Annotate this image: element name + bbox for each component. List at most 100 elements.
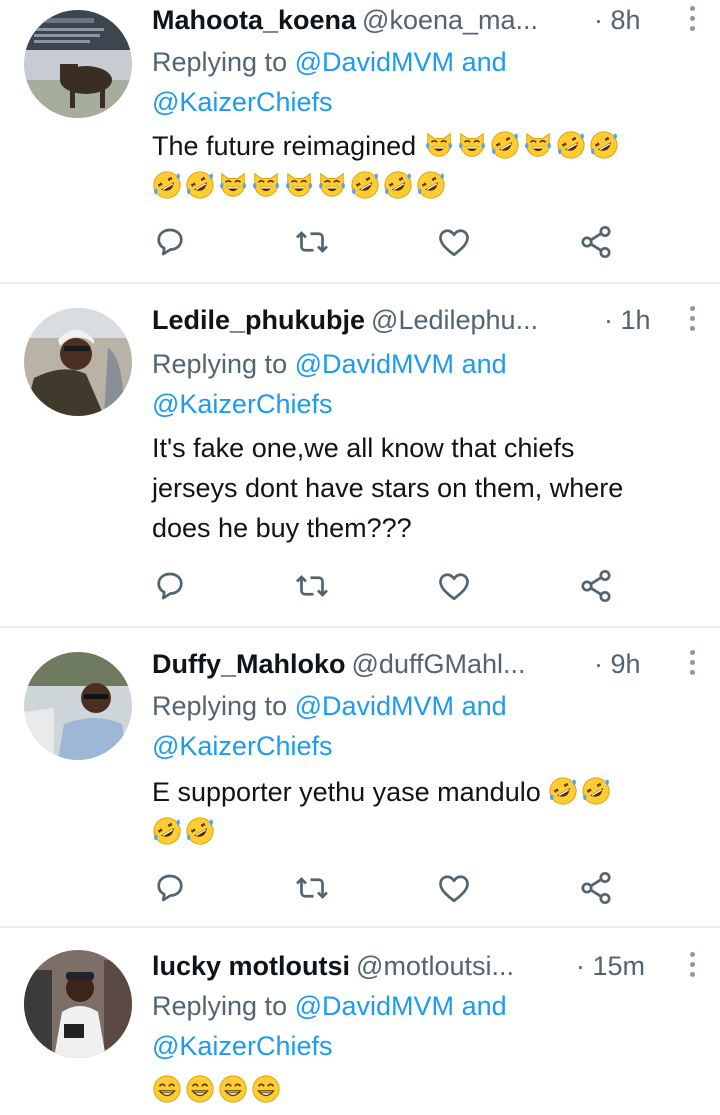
mention-link[interactable]: @DavidMVM — [295, 691, 454, 721]
tweet-ledile[interactable]: Ledile_phukubje @Ledilephu... · 1h Replyi… — [0, 300, 720, 626]
mention-link[interactable]: @DavidMVM — [295, 349, 454, 379]
tweet-actions — [150, 568, 630, 608]
tweet-text: The future reimagined — [152, 126, 692, 206]
retweet-icon[interactable] — [294, 568, 330, 604]
tweet-text-line: jerseys dont have stars on them, where — [152, 473, 624, 503]
tweet-text — [152, 1070, 692, 1110]
rofl-emoji-icon — [152, 170, 182, 200]
tweet-text-line: It's fake one,we all know that chiefs — [152, 433, 575, 463]
share-icon[interactable] — [578, 870, 614, 906]
replying-label: Replying to — [152, 691, 288, 721]
timestamp[interactable]: · 1h — [604, 300, 651, 340]
emoji-group — [152, 1075, 284, 1105]
rofl-emoji-icon — [490, 130, 520, 160]
replying-label: Replying to — [152, 991, 288, 1021]
joy-cat-emoji-icon — [251, 170, 281, 200]
tweet-mahoota[interactable]: Mahoota_koena @koena_ma... · 8h Replying … — [0, 0, 720, 282]
rofl-emoji-icon — [350, 170, 380, 200]
rofl-emoji-icon — [185, 816, 215, 846]
reply-icon[interactable] — [152, 870, 188, 906]
avatar[interactable] — [24, 652, 132, 760]
mention-link[interactable]: @DavidMVM — [295, 991, 454, 1021]
replying-to: Replying to @DavidMVM and @KaizerChiefs — [152, 686, 692, 766]
mention-link[interactable]: @DavidMVM — [295, 47, 454, 77]
mention-link[interactable]: @KaizerChiefs — [152, 389, 332, 419]
emoji-group — [424, 131, 622, 161]
display-name[interactable]: Ledile_phukubje — [152, 305, 365, 335]
joy-cat-emoji-icon — [218, 170, 248, 200]
tweet-header: Ledile_phukubje @Ledilephu... · 1h — [152, 300, 712, 340]
emoji-group — [152, 817, 218, 847]
divider — [0, 926, 720, 928]
vertical-dots-icon[interactable] — [690, 650, 696, 678]
tweet-text: E supporter yethu yase mandulo — [152, 772, 692, 852]
tweet-actions — [150, 224, 630, 264]
retweet-icon[interactable] — [294, 224, 330, 260]
retweet-icon[interactable] — [294, 870, 330, 906]
heart-icon[interactable] — [436, 568, 472, 604]
display-name[interactable]: Duffy_Mahloko — [152, 649, 346, 679]
and-word: and — [461, 691, 507, 721]
mention-link[interactable]: @KaizerChiefs — [152, 731, 332, 761]
joy-cat-emoji-icon — [317, 170, 347, 200]
mention-link[interactable]: @KaizerChiefs — [152, 1031, 332, 1061]
rofl-emoji-icon — [185, 170, 215, 200]
replying-label: Replying to — [152, 349, 288, 379]
display-name[interactable]: lucky motloutsi — [152, 951, 350, 981]
rofl-emoji-icon — [556, 130, 586, 160]
display-name[interactable]: Mahoota_koena — [152, 5, 356, 35]
joy-cat-emoji-icon — [424, 130, 454, 160]
grin-emoji-icon — [218, 1074, 248, 1104]
replying-to: Replying to @DavidMVM and @KaizerChiefs — [152, 42, 692, 122]
rofl-emoji-icon — [152, 816, 182, 846]
heart-icon[interactable] — [436, 870, 472, 906]
timestamp[interactable]: · 15m — [576, 946, 645, 986]
user-handle[interactable]: @Ledilephu... — [371, 305, 538, 335]
reply-icon[interactable] — [152, 224, 188, 260]
user-handle[interactable]: @duffGMahl... — [352, 649, 526, 679]
tweet-header: lucky motloutsi @motloutsi... · 15m — [152, 946, 712, 986]
joy-cat-emoji-icon — [523, 130, 553, 160]
tweet-lucky[interactable]: lucky motloutsi @motloutsi... · 15m Reply… — [0, 946, 720, 1115]
emoji-group — [548, 777, 614, 807]
emoji-group — [152, 171, 449, 201]
replying-to: Replying to @DavidMVM and @KaizerChiefs — [152, 344, 692, 424]
tweet-text-content: The future reimagined — [152, 131, 417, 161]
share-icon[interactable] — [578, 224, 614, 260]
avatar[interactable] — [24, 10, 132, 118]
tweet-text-line: does he buy them??? — [152, 513, 412, 543]
reply-icon[interactable] — [152, 568, 188, 604]
tweet-actions — [150, 870, 630, 910]
rofl-emoji-icon — [548, 776, 578, 806]
heart-icon[interactable] — [436, 224, 472, 260]
grin-emoji-icon — [251, 1074, 281, 1104]
grin-emoji-icon — [185, 1074, 215, 1104]
timestamp[interactable]: · 9h — [594, 644, 641, 684]
mention-link[interactable]: @KaizerChiefs — [152, 87, 332, 117]
vertical-dots-icon[interactable] — [690, 306, 696, 334]
replying-label: Replying to — [152, 47, 288, 77]
divider — [0, 626, 720, 628]
tweet-duffy[interactable]: Duffy_Mahloko @duffGMahl... · 9h Replying… — [0, 644, 720, 926]
tweet-text-content: E supporter yethu yase mandulo — [152, 777, 541, 807]
tweet-header: Duffy_Mahloko @duffGMahl... · 9h — [152, 644, 712, 684]
vertical-dots-icon[interactable] — [690, 952, 696, 980]
avatar[interactable] — [24, 950, 132, 1058]
rofl-emoji-icon — [589, 130, 619, 160]
tweet-text: It's fake one,we all know that chiefs je… — [152, 428, 692, 548]
vertical-dots-icon[interactable] — [690, 6, 696, 34]
avatar[interactable] — [24, 308, 132, 416]
user-handle[interactable]: @motloutsi... — [356, 951, 514, 981]
and-word: and — [461, 991, 507, 1021]
divider — [0, 282, 720, 284]
share-icon[interactable] — [578, 568, 614, 604]
timestamp[interactable]: · 8h — [594, 0, 641, 40]
grin-emoji-icon — [152, 1074, 182, 1104]
user-handle[interactable]: @koena_ma... — [362, 5, 538, 35]
rofl-emoji-icon — [581, 776, 611, 806]
joy-cat-emoji-icon — [457, 130, 487, 160]
and-word: and — [461, 349, 507, 379]
and-word: and — [461, 47, 507, 77]
rofl-emoji-icon — [383, 170, 413, 200]
replying-to: Replying to @DavidMVM and @KaizerChiefs — [152, 986, 692, 1066]
